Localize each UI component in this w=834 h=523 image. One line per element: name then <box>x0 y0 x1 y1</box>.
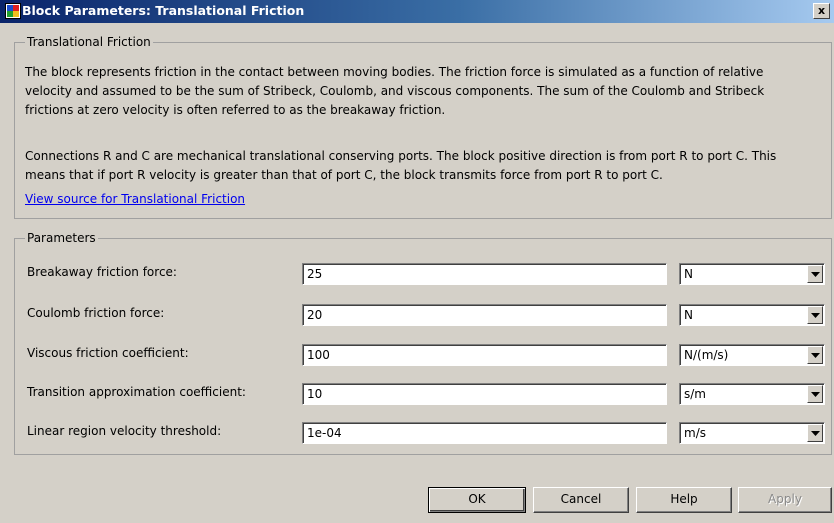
description-paragraph-1: The block represents friction in the con… <box>25 63 764 120</box>
transition-coefficient-unit-select[interactable]: s/m <box>679 383 825 405</box>
chevron-down-icon[interactable] <box>807 385 823 403</box>
chevron-down-icon[interactable] <box>807 424 823 442</box>
description-group-legend: Translational Friction <box>25 35 153 49</box>
help-button[interactable]: Help <box>636 487 732 513</box>
parameters-group: Parameters Breakaway friction force: N C… <box>14 231 832 455</box>
window-title: Block Parameters: Translational Friction <box>22 3 305 18</box>
ok-button[interactable]: OK <box>428 487 526 513</box>
unit-value: N <box>684 267 693 281</box>
chevron-down-icon[interactable] <box>807 306 823 324</box>
description-line: means that if port R velocity is greater… <box>25 168 663 182</box>
velocity-threshold-unit-select[interactable]: m/s <box>679 422 825 444</box>
coulomb-force-label: Coulomb friction force: <box>27 306 165 320</box>
title-bar[interactable]: Block Parameters: Translational Friction… <box>0 0 834 23</box>
breakaway-force-unit-select[interactable]: N <box>679 263 825 285</box>
apply-button[interactable]: Apply <box>738 487 832 513</box>
parameters-group-legend: Parameters <box>25 231 98 245</box>
description-group: Translational Friction The block represe… <box>14 35 832 219</box>
simulink-block-icon <box>5 3 21 19</box>
viscous-coefficient-label: Viscous friction coefficient: <box>27 346 189 360</box>
unit-value: m/s <box>684 426 706 440</box>
unit-value: N <box>684 308 693 322</box>
unit-value: N/(m/s) <box>684 348 729 362</box>
coulomb-force-input[interactable] <box>302 304 667 326</box>
coulomb-force-unit-select[interactable]: N <box>679 304 825 326</box>
velocity-threshold-label: Linear region velocity threshold: <box>27 424 222 438</box>
description-line: Connections R and C are mechanical trans… <box>25 149 777 163</box>
dialog-window: Block Parameters: Translational Friction… <box>0 0 834 523</box>
breakaway-force-label: Breakaway friction force: <box>27 265 177 279</box>
breakaway-force-input[interactable] <box>302 263 667 285</box>
transition-coefficient-label: Transition approximation coefficient: <box>27 385 246 399</box>
velocity-threshold-input[interactable] <box>302 422 667 444</box>
description-line: The block represents friction in the con… <box>25 65 764 79</box>
chevron-down-icon[interactable] <box>807 265 823 283</box>
chevron-down-icon[interactable] <box>807 346 823 364</box>
close-button[interactable]: x <box>813 3 830 19</box>
unit-value: s/m <box>684 387 706 401</box>
cancel-button[interactable]: Cancel <box>533 487 629 513</box>
viscous-coefficient-input[interactable] <box>302 344 667 366</box>
description-line: frictions at zero velocity is often refe… <box>25 103 446 117</box>
description-paragraph-2: Connections R and C are mechanical trans… <box>25 147 776 185</box>
description-line: velocity and assumed to be the sum of St… <box>25 84 765 98</box>
transition-coefficient-input[interactable] <box>302 383 667 405</box>
viscous-coefficient-unit-select[interactable]: N/(m/s) <box>679 344 825 366</box>
view-source-link[interactable]: View source for Translational Friction <box>25 192 245 206</box>
